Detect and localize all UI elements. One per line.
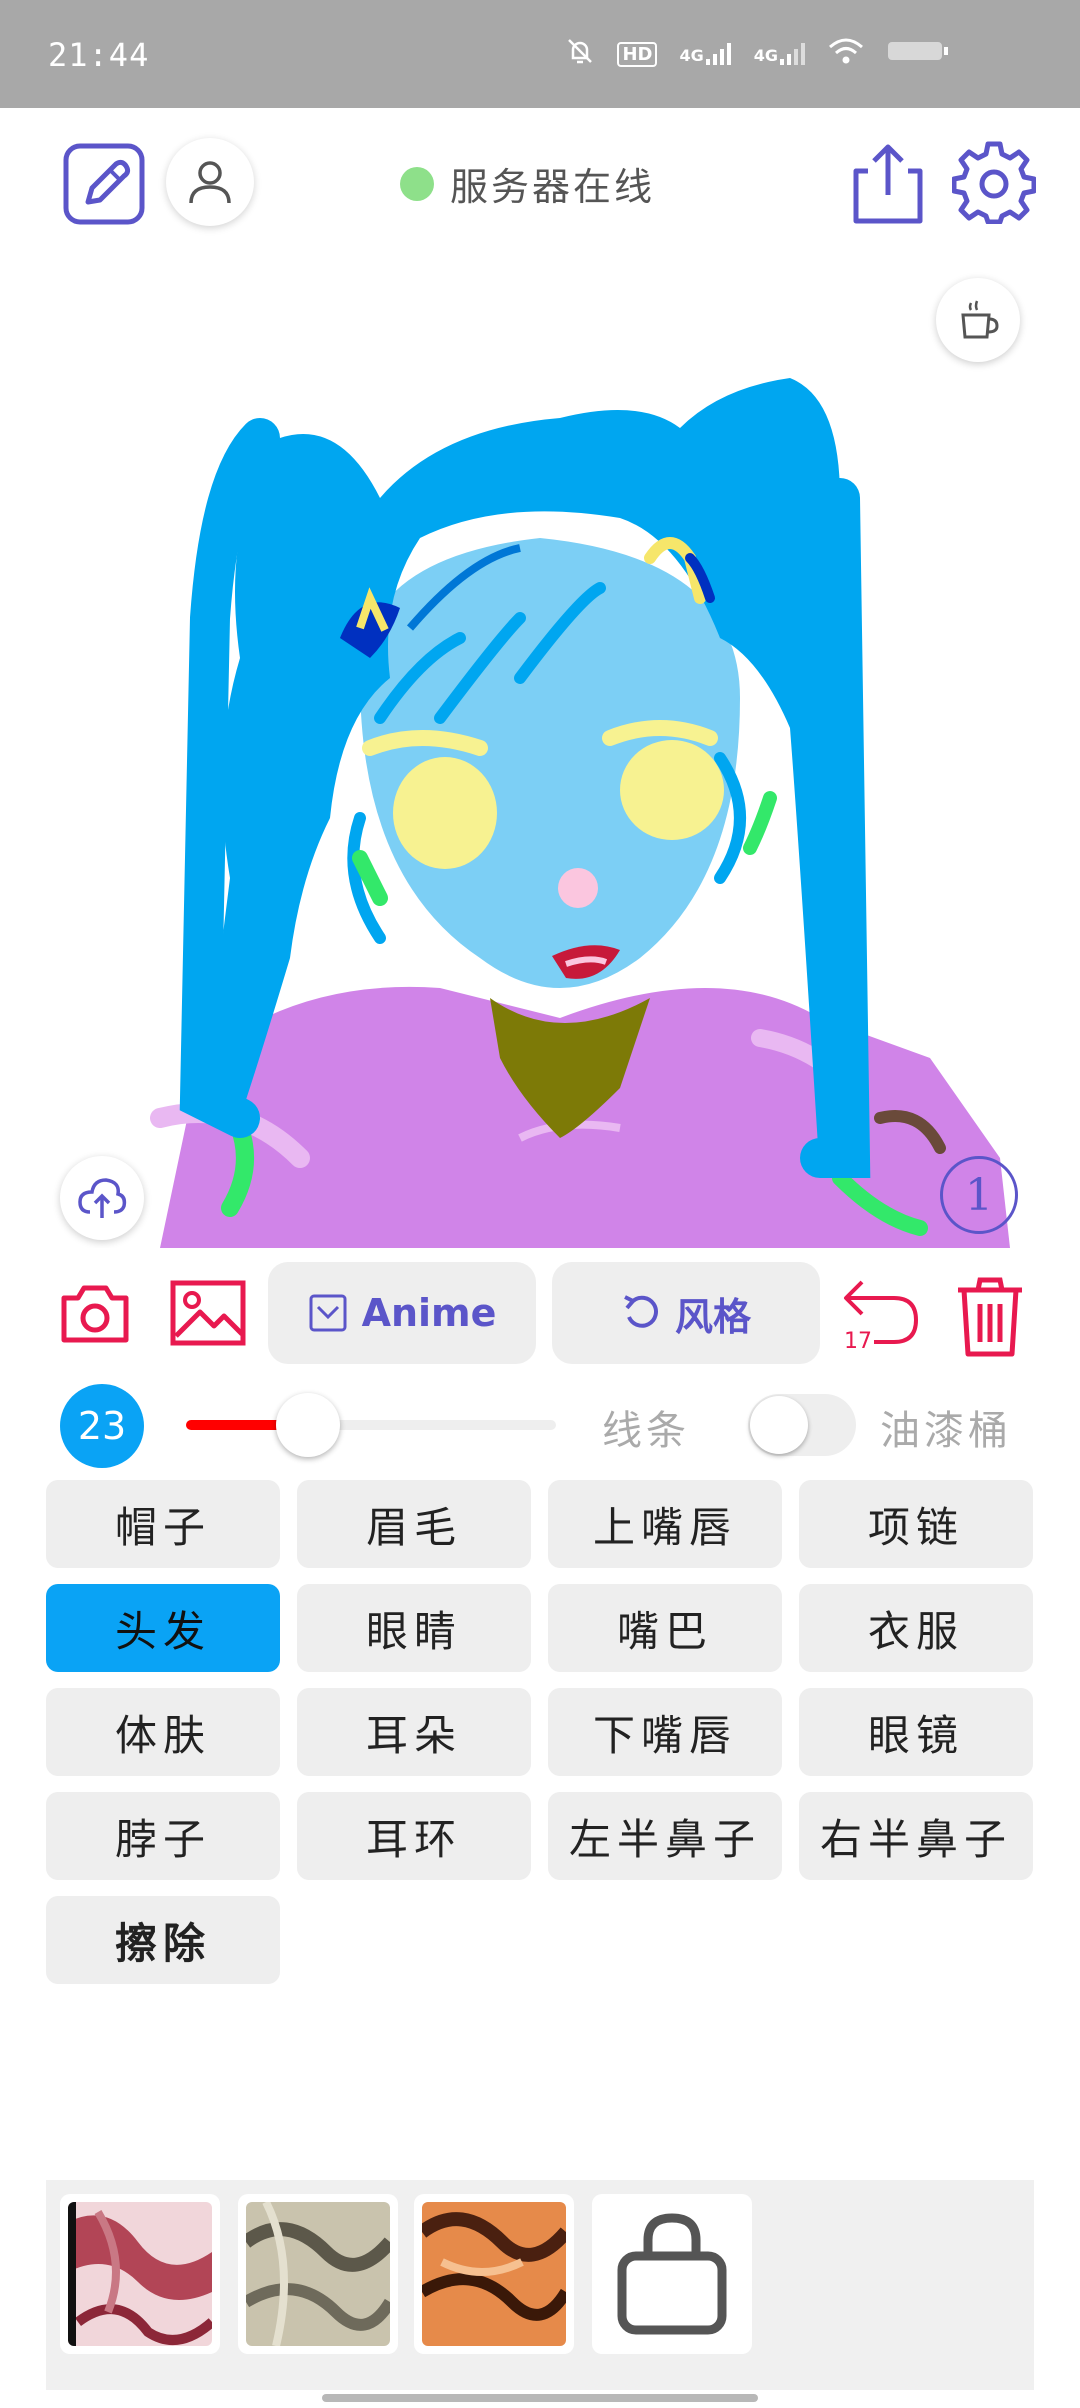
network-type-label: 4G	[753, 46, 778, 65]
delete-button[interactable]	[954, 1274, 1026, 1358]
drawing-nose	[558, 868, 598, 908]
category-button[interactable]: 衣服	[799, 1584, 1033, 1672]
edit-pen-icon	[63, 143, 145, 225]
user-icon	[189, 161, 231, 204]
drawing-right-eye	[620, 740, 724, 840]
category-button[interactable]: 头发	[46, 1584, 280, 1672]
signal-icon: 4G	[754, 43, 806, 65]
style-button[interactable]: 风格	[552, 1262, 820, 1364]
server-status-dot	[400, 166, 434, 201]
texture-option[interactable]	[414, 2194, 574, 2354]
category-button[interactable]: 帽子	[46, 1480, 280, 1568]
wifi-icon	[828, 37, 864, 71]
lock-icon	[617, 2213, 727, 2335]
gear-icon	[952, 141, 1036, 224]
rotate-icon	[624, 1295, 658, 1328]
battery-icon	[886, 38, 950, 70]
style-label: 风格	[674, 1294, 751, 1339]
drawing-canvas[interactable]: 1	[0, 258, 1080, 1248]
category-button[interactable]: 眼睛	[297, 1584, 531, 1672]
status-icons: HD 4G 4G	[565, 36, 950, 72]
texture-option[interactable]	[238, 2194, 398, 2354]
brush-size-slider-thumb[interactable]	[276, 1393, 341, 1457]
category-button[interactable]: 左半鼻子	[548, 1792, 782, 1880]
user-drawing	[150, 378, 1010, 1248]
home-indicator[interactable]	[322, 2394, 758, 2402]
category-button[interactable]: 擦除	[46, 1896, 280, 1984]
server-status: 服务器在线	[400, 156, 655, 211]
bucket-toggle[interactable]	[748, 1394, 856, 1456]
category-button[interactable]: 耳朵	[297, 1688, 531, 1776]
category-button[interactable]: 体肤	[46, 1688, 280, 1776]
coffee-cup-icon	[961, 300, 999, 339]
category-button[interactable]: 下嘴唇	[548, 1688, 782, 1776]
status-time: 21:44	[48, 36, 150, 74]
texture-swatch	[68, 2202, 212, 2346]
edit-mode-button[interactable]	[60, 140, 148, 228]
anime-model-button[interactable]: Anime	[268, 1262, 536, 1364]
checkbox-icon	[309, 1294, 347, 1332]
undo-count: 17	[844, 1329, 872, 1354]
gallery-button[interactable]	[170, 1280, 246, 1350]
brush-size-row: 23 线条 油漆桶	[0, 1380, 1080, 1470]
drawing-left-eye	[393, 757, 497, 869]
texture-option[interactable]	[60, 2194, 220, 2354]
share-button[interactable]	[846, 138, 930, 228]
hd-icon: HD	[617, 41, 658, 67]
signal-icon: 4G	[679, 43, 731, 65]
alarm-off-icon	[565, 36, 595, 72]
cloud-upload-icon	[78, 1178, 127, 1218]
tool-row: Anime 风格 17	[0, 1262, 1080, 1366]
brush-size-value: 23	[60, 1384, 144, 1468]
user-profile-button[interactable]	[166, 138, 254, 226]
image-icon	[170, 1280, 246, 1346]
cloud-upload-button[interactable]	[60, 1156, 144, 1240]
category-button[interactable]: 眉毛	[297, 1480, 531, 1568]
brush-size-slider[interactable]	[186, 1393, 556, 1457]
undo-button[interactable]: 17	[838, 1276, 922, 1356]
network-type-label: 4G	[679, 46, 704, 65]
category-button[interactable]: 右半鼻子	[799, 1792, 1033, 1880]
share-icon	[853, 144, 923, 224]
camera-button[interactable]	[60, 1284, 130, 1348]
top-toolbar: 服务器在线	[0, 108, 1080, 258]
category-button[interactable]: 上嘴唇	[548, 1480, 782, 1568]
camera-icon	[61, 1285, 129, 1343]
category-button[interactable]: 脖子	[46, 1792, 280, 1880]
layer-badge[interactable]: 1	[940, 1156, 1018, 1234]
texture-bar	[46, 2180, 1034, 2390]
server-status-text: 服务器在线	[450, 165, 656, 209]
texture-swatch	[246, 2202, 390, 2346]
texture-swatch	[422, 2202, 566, 2346]
coffee-button[interactable]	[936, 278, 1020, 362]
bucket-toggle-knob[interactable]	[750, 1396, 808, 1454]
category-button[interactable]: 耳环	[297, 1792, 531, 1880]
status-bar: 21:44 HD 4G 4G	[0, 0, 1080, 108]
anime-label: Anime	[361, 1291, 497, 1335]
category-grid: 帽子 眉毛 上嘴唇 项链头发 眼睛 嘴巴 衣服体肤 耳朵 下嘴唇 眼镜脖子 耳环 左半鼻子 右半鼻子擦除	[46, 1480, 1034, 1984]
category-button[interactable]: 项链	[799, 1480, 1033, 1568]
category-button[interactable]: 嘴巴	[548, 1584, 782, 1672]
settings-button[interactable]	[950, 138, 1038, 226]
locked-texture[interactable]	[592, 2194, 752, 2354]
line-mode-label: 线条	[602, 1408, 690, 1454]
trash-icon	[958, 1277, 1022, 1357]
paint-bucket-label: 油漆桶	[880, 1408, 1012, 1454]
category-button[interactable]: 眼镜	[799, 1688, 1033, 1776]
